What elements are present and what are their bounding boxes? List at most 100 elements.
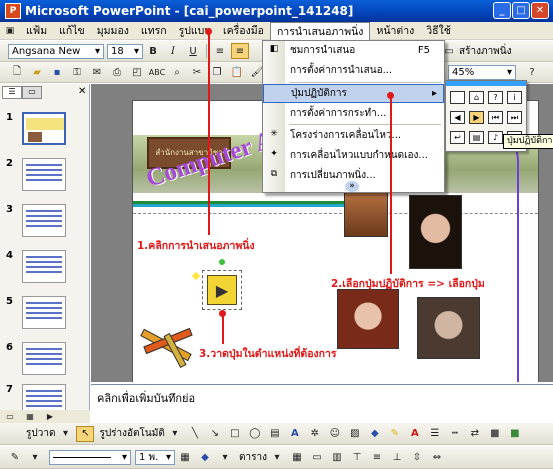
menu-help[interactable]: วิธีใช้: [420, 22, 457, 40]
powerpoint-app-icon[interactable]: P: [5, 3, 21, 19]
slide-sorter-icon[interactable]: ▦: [21, 411, 39, 422]
action-custom-icon[interactable]: [450, 91, 465, 104]
split-cells-icon[interactable]: ▥: [328, 449, 346, 465]
rotate-handle[interactable]: [219, 259, 225, 265]
select-pointer-icon[interactable]: ↖: [76, 425, 95, 442]
chevron-down-icon[interactable]: ▾: [268, 449, 286, 465]
help-icon[interactable]: ?: [523, 64, 541, 80]
slide-thumbnail-5[interactable]: 5: [0, 294, 90, 338]
chevron-down-icon[interactable]: ▾: [216, 449, 234, 465]
menu-custom-animation[interactable]: ✦ การเคลื่อนไหวแบบกำหนดเอง...: [263, 146, 444, 165]
research-icon[interactable]: ⌕: [168, 64, 186, 80]
arrow-style-icon[interactable]: ⇄: [466, 426, 484, 442]
action-end-icon[interactable]: ⏭: [507, 111, 522, 124]
menu-window[interactable]: หน้าต่าง: [370, 22, 420, 40]
line-weight-combo[interactable]: 1 พ. ▾: [135, 449, 175, 465]
border-icon[interactable]: ▦: [176, 449, 194, 465]
action-button-shape[interactable]: ▶: [202, 270, 242, 310]
align-center-icon[interactable]: ≡: [231, 43, 249, 59]
action-return-icon[interactable]: ↩: [450, 131, 465, 144]
italic-button[interactable]: I: [164, 43, 182, 59]
expand-menu-icon[interactable]: »: [345, 181, 359, 192]
open-folder-icon[interactable]: ▰: [28, 64, 46, 80]
adjust-handle[interactable]: [191, 271, 201, 281]
fill-color-icon[interactable]: ◆: [366, 426, 384, 442]
autoshapes-button[interactable]: รูปร่างอัตโนมัติ: [99, 426, 164, 441]
align-bottom-icon[interactable]: ⊥: [388, 449, 406, 465]
menu-edit[interactable]: แก้ไข: [53, 22, 91, 40]
menu-slideshow[interactable]: การนำเสนอภาพนิ่ง: [269, 21, 371, 40]
action-help-icon[interactable]: ?: [488, 91, 503, 104]
spelling-icon[interactable]: ABC: [148, 64, 166, 80]
menu-view[interactable]: มุมมอง: [91, 22, 135, 40]
shadow-icon[interactable]: ■: [486, 426, 504, 442]
close-panel-icon[interactable]: ✕: [78, 86, 86, 97]
dash-style-icon[interactable]: ┅: [446, 426, 464, 442]
underline-button[interactable]: U: [184, 43, 202, 59]
slide-thumbnail-4[interactable]: 4: [0, 248, 90, 292]
arrow-icon[interactable]: ↘: [206, 426, 224, 442]
menu-view-show[interactable]: ◧ ชมการนำเสนอ F5: [263, 41, 444, 60]
submenu-drag-handle[interactable]: [446, 81, 526, 86]
menu-action-buttons[interactable]: ปุ่มปฏิบัติการ ▸: [263, 84, 444, 103]
diagram-icon[interactable]: ✲: [306, 426, 324, 442]
line-style-icon[interactable]: ☰: [426, 426, 444, 442]
print-preview-icon[interactable]: ◰: [128, 64, 146, 80]
font-size-combo[interactable]: 18 ▾: [107, 43, 143, 59]
pen-icon[interactable]: ✎: [6, 449, 24, 465]
cut-icon[interactable]: ✂: [188, 64, 206, 80]
menu-setup-show[interactable]: การตั้งค่าการนำเสนอ...: [263, 61, 444, 80]
notes-pane[interactable]: คลิกเพื่อเพิ่มบันทึกย่อ: [91, 384, 553, 412]
slides-tab[interactable]: ▭: [22, 86, 42, 99]
action-forward-icon[interactable]: ▶: [469, 111, 484, 124]
action-info-icon[interactable]: i: [507, 91, 522, 104]
document-icon[interactable]: ▣: [1, 23, 19, 39]
chevron-down-icon[interactable]: ▾: [56, 426, 74, 442]
3d-style-icon[interactable]: ■: [506, 426, 524, 442]
line-color-icon[interactable]: ✎: [386, 426, 404, 442]
print-icon[interactable]: ⎙: [108, 64, 126, 80]
new-file-icon[interactable]: 🗋: [8, 64, 26, 80]
outline-tab[interactable]: ☰: [2, 86, 22, 99]
new-slide-button[interactable]: สร้างภาพนิ่ง: [459, 44, 512, 59]
table-menu-button[interactable]: ตาราง: [239, 450, 267, 465]
paste-icon[interactable]: 📋: [228, 64, 246, 80]
line-icon[interactable]: ╲: [186, 426, 204, 442]
permission-icon[interactable]: ⚿: [68, 64, 86, 80]
slide-thumbnail-3[interactable]: 3: [0, 202, 90, 246]
action-beginning-icon[interactable]: ⏮: [488, 111, 503, 124]
line-style-combo[interactable]: ▾: [49, 449, 131, 465]
insert-table-icon[interactable]: ▦: [288, 449, 306, 465]
close-button[interactable]: ✕: [531, 2, 549, 19]
email-icon[interactable]: ✉: [88, 64, 106, 80]
copy-icon[interactable]: ❐: [208, 64, 226, 80]
chevron-down-icon[interactable]: ▾: [166, 426, 184, 442]
slide-thumbnail-2[interactable]: 2: [0, 156, 90, 200]
minimize-button[interactable]: _: [493, 2, 511, 19]
slideshow-view-icon[interactable]: ▶: [41, 411, 59, 422]
clipart-icon[interactable]: ☺: [326, 426, 344, 442]
distribute-rows-icon[interactable]: ⇳: [408, 449, 426, 465]
font-color-icon[interactable]: A: [406, 426, 424, 442]
menu-file[interactable]: แฟ้ม: [20, 22, 53, 40]
bold-button[interactable]: B: [144, 43, 162, 59]
slide-thumbnail-6[interactable]: 6: [0, 340, 90, 384]
font-name-combo[interactable]: Angsana New ▾: [8, 43, 104, 59]
align-top-icon[interactable]: ⊤: [348, 449, 366, 465]
action-sound-icon[interactable]: ♪: [488, 131, 503, 144]
distribute-columns-icon[interactable]: ⇔: [428, 449, 446, 465]
fill-bucket-icon[interactable]: ◆: [196, 449, 214, 465]
maximize-button[interactable]: □: [512, 2, 530, 19]
action-home-icon[interactable]: ⌂: [469, 91, 484, 104]
wordart-icon[interactable]: A: [286, 426, 304, 442]
rectangle-icon[interactable]: □: [226, 426, 244, 442]
oval-icon[interactable]: ◯: [246, 426, 264, 442]
merge-cells-icon[interactable]: ▭: [308, 449, 326, 465]
action-document-icon[interactable]: ▤: [469, 131, 484, 144]
save-icon[interactable]: ▪: [48, 64, 66, 80]
draw-menu-button[interactable]: รูปวาด: [26, 426, 55, 441]
zoom-combo[interactable]: 45% ▾: [448, 65, 516, 80]
chevron-down-icon[interactable]: ▾: [26, 449, 44, 465]
center-vertically-icon[interactable]: ≡: [368, 449, 386, 465]
textbox-icon[interactable]: ▤: [266, 426, 284, 442]
